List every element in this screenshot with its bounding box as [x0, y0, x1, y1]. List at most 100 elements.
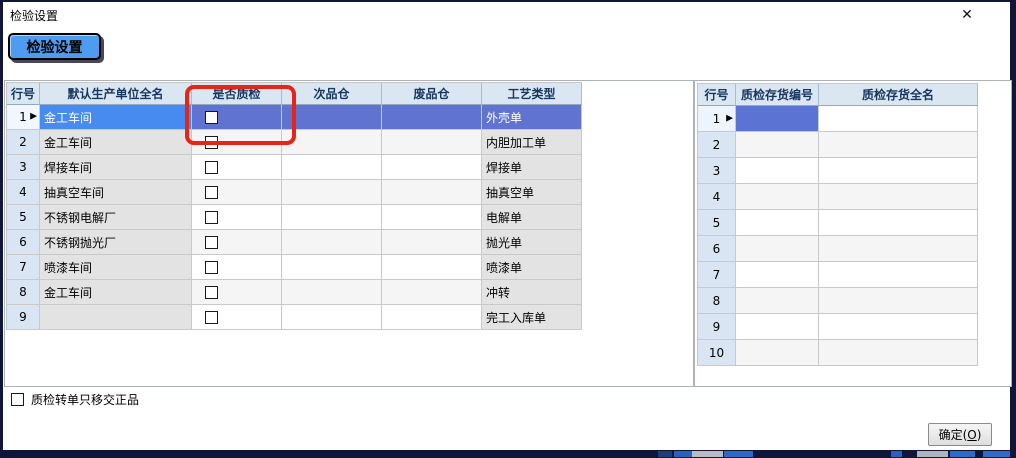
defect-warehouse-cell[interactable]	[282, 230, 382, 255]
defect-warehouse-cell[interactable]	[282, 105, 382, 130]
process-type-cell[interactable]: 内胆加工单	[482, 130, 582, 155]
quality-check-cell[interactable]	[192, 280, 282, 305]
qc-inventory-name-cell[interactable]	[819, 288, 978, 314]
scrap-warehouse-cell[interactable]	[382, 155, 482, 180]
qc-inventory-name-cell[interactable]	[819, 106, 978, 132]
quality-check-checkbox[interactable]	[205, 161, 218, 174]
qc-inventory-code-cell[interactable]	[736, 106, 819, 132]
qc-inventory-name-cell[interactable]	[819, 262, 978, 288]
row-number-cell[interactable]: 9	[698, 314, 736, 340]
production-unit-cell[interactable]: 不锈钢电解厂	[40, 205, 192, 230]
defect-warehouse-cell[interactable]	[282, 280, 382, 305]
row-number-cell[interactable]: 3	[7, 155, 40, 180]
left-column-header-3: 次品仓	[282, 83, 382, 105]
process-type-cell[interactable]: 冲转	[482, 280, 582, 305]
process-type-cell[interactable]: 焊接单	[482, 155, 582, 180]
process-type-cell[interactable]: 外壳单	[482, 105, 582, 130]
process-type-cell[interactable]: 抛光单	[482, 230, 582, 255]
production-unit-cell[interactable]: 不锈钢抛光厂	[40, 230, 192, 255]
quality-check-checkbox[interactable]	[205, 261, 218, 274]
ok-button[interactable]: 确定(O)	[928, 423, 992, 446]
quality-check-cell[interactable]	[192, 130, 282, 155]
row-number-cell[interactable]: 1▶	[7, 105, 40, 130]
row-number-cell[interactable]: 4	[7, 180, 40, 205]
scrap-warehouse-cell[interactable]	[382, 105, 482, 130]
row-number-cell[interactable]: 5	[7, 205, 40, 230]
defect-warehouse-cell[interactable]	[282, 205, 382, 230]
row-number-cell[interactable]: 7	[698, 262, 736, 288]
row-number-cell[interactable]: 2	[7, 130, 40, 155]
scrap-warehouse-cell[interactable]	[382, 305, 482, 330]
production-unit-cell[interactable]	[40, 305, 192, 330]
quality-check-cell[interactable]	[192, 205, 282, 230]
inspection-settings-button[interactable]: 检验设置	[8, 33, 101, 60]
close-icon[interactable]: ✕	[955, 5, 979, 25]
qc-inventory-name-cell[interactable]	[819, 210, 978, 236]
scrap-warehouse-cell[interactable]	[382, 230, 482, 255]
qc-inventory-code-cell[interactable]	[736, 288, 819, 314]
scrap-warehouse-cell[interactable]	[382, 205, 482, 230]
quality-check-checkbox[interactable]	[205, 236, 218, 249]
transfer-only-good-products-checkbox[interactable]	[11, 393, 24, 406]
qc-inventory-name-cell[interactable]	[819, 158, 978, 184]
quality-check-cell[interactable]	[192, 255, 282, 280]
process-type-cell[interactable]: 电解单	[482, 205, 582, 230]
qc-inventory-code-cell[interactable]	[736, 340, 819, 366]
defect-warehouse-cell[interactable]	[282, 155, 382, 180]
quality-check-checkbox[interactable]	[205, 111, 218, 124]
right-column-header-0: 行号	[698, 84, 736, 106]
scrap-warehouse-cell[interactable]	[382, 180, 482, 205]
qc-inventory-name-cell[interactable]	[819, 314, 978, 340]
row-number-cell[interactable]: 7	[7, 255, 40, 280]
qc-inventory-name-cell[interactable]	[819, 132, 978, 158]
qc-inventory-name-cell[interactable]	[819, 184, 978, 210]
quality-check-cell[interactable]	[192, 155, 282, 180]
scrap-warehouse-cell[interactable]	[382, 280, 482, 305]
row-number-cell[interactable]: 4	[698, 184, 736, 210]
qc-inventory-code-cell[interactable]	[736, 210, 819, 236]
qc-inventory-code-cell[interactable]	[736, 158, 819, 184]
row-number-cell[interactable]: 8	[698, 288, 736, 314]
left-column-header-2: 是否质检	[192, 83, 282, 105]
qc-inventory-code-cell[interactable]	[736, 132, 819, 158]
production-unit-cell[interactable]: 金工车间	[40, 105, 192, 130]
defect-warehouse-cell[interactable]	[282, 180, 382, 205]
row-number-cell[interactable]: 5	[698, 210, 736, 236]
quality-check-checkbox[interactable]	[205, 211, 218, 224]
row-number-cell[interactable]: 6	[7, 230, 40, 255]
defect-warehouse-cell[interactable]	[282, 130, 382, 155]
qc-inventory-code-cell[interactable]	[736, 184, 819, 210]
qc-inventory-name-cell[interactable]	[819, 340, 978, 366]
qc-inventory-name-cell[interactable]	[819, 236, 978, 262]
production-unit-cell[interactable]: 抽真空车间	[40, 180, 192, 205]
production-unit-cell[interactable]: 金工车间	[40, 130, 192, 155]
row-number-cell[interactable]: 3	[698, 158, 736, 184]
row-number-cell[interactable]: 1▶	[698, 106, 736, 132]
quality-check-checkbox[interactable]	[205, 286, 218, 299]
scrap-warehouse-cell[interactable]	[382, 130, 482, 155]
qc-inventory-code-cell[interactable]	[736, 236, 819, 262]
production-unit-cell[interactable]: 喷漆车间	[40, 255, 192, 280]
process-type-cell[interactable]: 抽真空单	[482, 180, 582, 205]
defect-warehouse-cell[interactable]	[282, 255, 382, 280]
quality-check-checkbox[interactable]	[205, 186, 218, 199]
row-number-cell[interactable]: 2	[698, 132, 736, 158]
production-unit-cell[interactable]: 焊接车间	[40, 155, 192, 180]
quality-check-cell[interactable]	[192, 305, 282, 330]
production-unit-cell[interactable]: 金工车间	[40, 280, 192, 305]
row-number-cell[interactable]: 8	[7, 280, 40, 305]
row-number-cell[interactable]: 9	[7, 305, 40, 330]
row-number-cell[interactable]: 6	[698, 236, 736, 262]
qc-inventory-code-cell[interactable]	[736, 314, 819, 340]
quality-check-checkbox[interactable]	[205, 311, 218, 324]
qc-inventory-code-cell[interactable]	[736, 262, 819, 288]
quality-check-cell[interactable]	[192, 180, 282, 205]
row-number-cell[interactable]: 10	[698, 340, 736, 366]
quality-check-cell[interactable]	[192, 230, 282, 255]
quality-check-cell[interactable]	[192, 105, 282, 130]
defect-warehouse-cell[interactable]	[282, 305, 382, 330]
process-type-cell[interactable]: 完工入库单	[482, 305, 582, 330]
scrap-warehouse-cell[interactable]	[382, 255, 482, 280]
process-type-cell[interactable]: 喷漆单	[482, 255, 582, 280]
quality-check-checkbox[interactable]	[205, 136, 218, 149]
